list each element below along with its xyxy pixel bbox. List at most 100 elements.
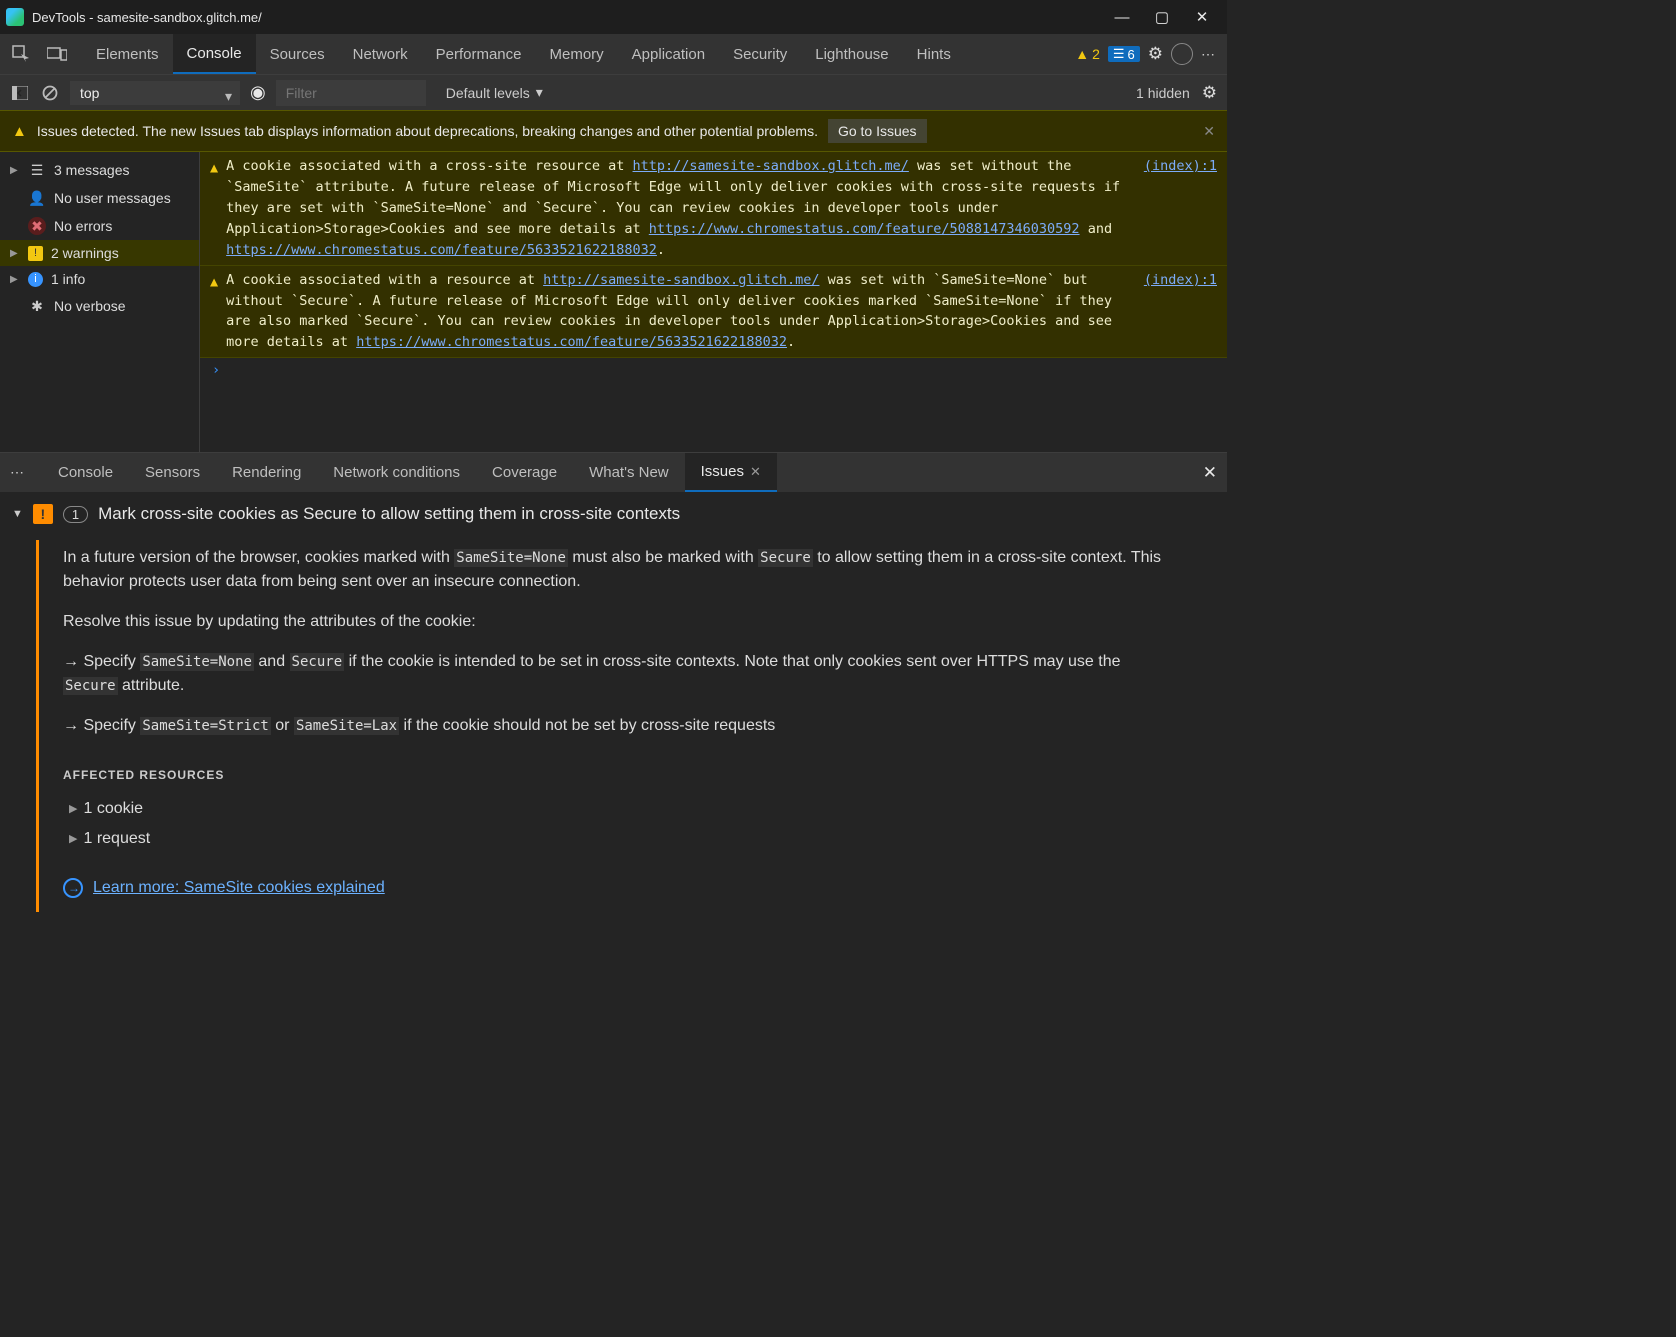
learn-more-link[interactable]: Learn more: SameSite cookies explained [93,876,385,900]
filter-input[interactable] [276,80,426,106]
user-icon: 👤 [28,189,46,207]
external-link-icon [63,878,83,898]
warning-icon: ▲ [12,123,27,140]
maximize-button[interactable]: ▢ [1153,8,1171,26]
window-title: DevTools - samesite-sandbox.glitch.me/ [32,10,1113,25]
close-tab-icon[interactable]: ✕ [750,464,761,480]
issue-header[interactable]: ▼ ! 1 Mark cross-site cookies as Secure … [0,500,1227,528]
chevron-right-icon: ▶ [10,165,20,176]
sidebar-item-errors[interactable]: ✖No errors [0,212,199,240]
device-toggle-icon[interactable] [46,43,68,65]
tab-console[interactable]: Console [173,34,256,74]
minimize-button[interactable]: — [1113,8,1131,26]
console-warning-message: ▲ A cookie associated with a cross-site … [200,152,1227,266]
banner-close-icon[interactable]: ✕ [1203,123,1215,140]
sidebar-item-verbose[interactable]: ✱No verbose [0,292,199,320]
console-messages: ▲ A cookie associated with a cross-site … [200,152,1227,452]
go-to-issues-button[interactable]: Go to Issues [828,119,927,143]
issue-count-badge: 1 [63,506,88,523]
issues-banner: ▲ Issues detected. The new Issues tab di… [0,110,1227,152]
tab-elements[interactable]: Elements [82,34,173,74]
main-tabs: Elements Console Sources Network Perform… [82,34,965,74]
issue-body: In a future version of the browser, cook… [36,540,1186,912]
chevron-down-icon: ▾ [536,84,543,101]
message-link[interactable]: https://www.chromestatus.com/feature/508… [649,221,1080,237]
chevron-down-icon: ▼ [12,508,23,520]
tab-lighthouse[interactable]: Lighthouse [801,34,902,74]
drawer-tab-network-conditions[interactable]: Network conditions [317,453,476,492]
message-link[interactable]: https://www.chromestatus.com/feature/563… [226,242,657,258]
sidebar-item-warnings[interactable]: ▶!2 warnings [0,240,199,266]
learn-more-row: Learn more: SameSite cookies explained [63,876,1166,900]
message-link[interactable]: http://samesite-sandbox.glitch.me/ [633,158,909,174]
close-button[interactable]: ✕ [1193,8,1211,26]
chevron-right-icon: ▶ [10,274,20,285]
context-selector[interactable]: top ▾ [70,81,240,105]
main-toolbar: Elements Console Sources Network Perform… [0,34,1227,74]
drawer-more-icon[interactable]: ⋯ [10,464,26,481]
sidebar-item-messages[interactable]: ▶☰3 messages [0,156,199,184]
chevron-down-icon: ▾ [225,88,232,105]
chevron-right-icon: ▶ [10,248,20,259]
list-icon: ☰ [28,161,46,179]
profile-avatar-icon[interactable] [1171,43,1193,65]
drawer-tab-issues[interactable]: Issues✕ [685,453,777,492]
chevron-right-icon: ▶ [69,831,77,848]
sidebar-item-info[interactable]: ▶i1 info [0,266,199,292]
console-body: ▶☰3 messages 👤No user messages ✖No error… [0,152,1227,452]
issue-title: Mark cross-site cookies as Secure to all… [98,504,680,524]
drawer-tabs: ⋯ Console Sensors Rendering Network cond… [0,452,1227,492]
clear-console-icon[interactable] [40,83,60,103]
issue-severity-icon: ! [33,504,53,524]
context-value: top [70,81,240,105]
tab-performance[interactable]: Performance [422,34,536,74]
tab-sources[interactable]: Sources [256,34,339,74]
tab-memory[interactable]: Memory [536,34,618,74]
drawer-close-icon[interactable]: ✕ [1203,463,1217,483]
hidden-count[interactable]: 1 hidden [1136,85,1190,101]
tab-security[interactable]: Security [719,34,801,74]
affected-cookies[interactable]: ▶1 cookie [63,794,1166,824]
info-icon: i [28,272,43,287]
chevron-right-icon: ▶ [69,801,77,818]
warnings-badge[interactable]: ▲2 [1075,46,1100,62]
app-icon [6,8,24,26]
log-levels-selector[interactable]: Default levels ▾ [446,84,543,101]
error-icon: ✖ [28,217,46,235]
issues-panel: ▼ ! 1 Mark cross-site cookies as Secure … [0,492,1227,920]
banner-text: Issues detected. The new Issues tab disp… [37,123,818,139]
drawer-tab-whats-new[interactable]: What's New [573,453,685,492]
issues-badge[interactable]: ☰6 [1108,46,1140,62]
drawer-tab-sensors[interactable]: Sensors [129,453,216,492]
affected-resources-heading: AFFECTED RESOURCES [63,766,1166,784]
issues-icon: ☰ [1113,46,1125,62]
more-menu-icon[interactable]: ⋯ [1201,46,1217,63]
console-prompt[interactable]: › [200,358,1227,382]
bug-icon: ✱ [28,297,46,315]
warning-icon: ▲ [210,270,218,354]
console-sidebar: ▶☰3 messages 👤No user messages ✖No error… [0,152,200,452]
message-link[interactable]: https://www.chromestatus.com/feature/563… [356,334,787,350]
drawer-tab-rendering[interactable]: Rendering [216,453,317,492]
window-titlebar: DevTools - samesite-sandbox.glitch.me/ —… [0,0,1227,34]
console-settings-icon[interactable]: ⚙ [1202,83,1217,103]
drawer-tab-console[interactable]: Console [42,453,129,492]
message-source-link[interactable]: (index):1 [1144,156,1217,261]
message-link[interactable]: http://samesite-sandbox.glitch.me/ [543,272,819,288]
settings-icon[interactable]: ⚙ [1148,44,1163,64]
inspect-element-icon[interactable] [10,43,32,65]
toggle-sidebar-icon[interactable] [10,83,30,103]
warning-icon: ▲ [1075,46,1089,62]
affected-requests[interactable]: ▶1 request [63,824,1166,854]
live-expression-icon[interactable]: ◉ [250,82,266,103]
drawer-tab-coverage[interactable]: Coverage [476,453,573,492]
tab-application[interactable]: Application [618,34,719,74]
sidebar-item-user[interactable]: 👤No user messages [0,184,199,212]
tab-network[interactable]: Network [339,34,422,74]
message-source-link[interactable]: (index):1 [1144,270,1217,354]
console-subtoolbar: top ▾ ◉ Default levels ▾ 1 hidden ⚙ [0,74,1227,110]
warning-icon: ▲ [210,156,218,261]
tab-hints[interactable]: Hints [903,34,965,74]
warning-icon: ! [28,246,43,261]
console-warning-message: ▲ A cookie associated with a resource at… [200,266,1227,359]
